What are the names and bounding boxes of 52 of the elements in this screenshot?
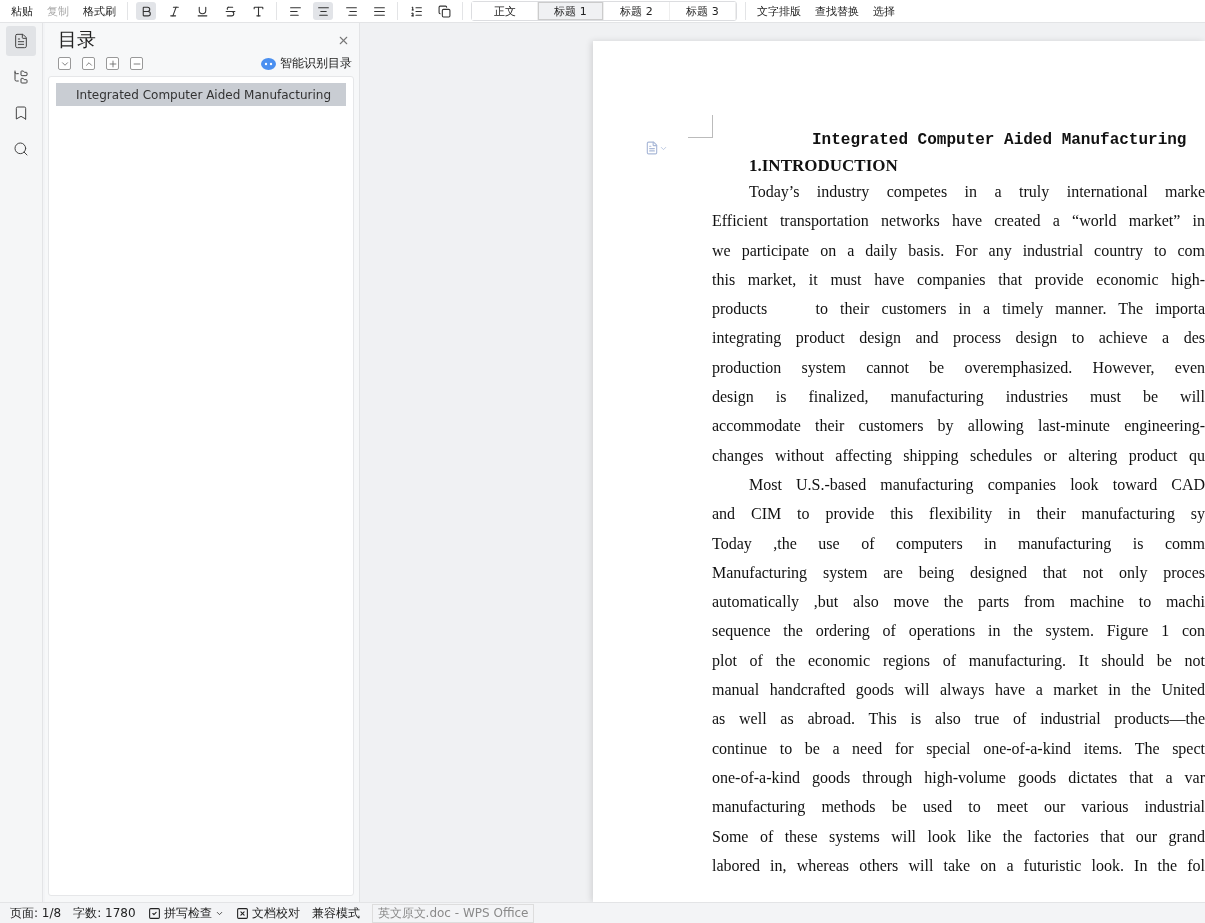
section-heading: 1.INTRODUCTION xyxy=(749,155,899,177)
text-line: one-of-a-kind goods through high-volume goods dictates that a var xyxy=(712,767,1205,789)
smart-toc-button[interactable]: 智能识别目录 xyxy=(261,55,352,72)
outline-icon[interactable] xyxy=(6,26,36,56)
text-line: design is finalized, manufacturing industries must be will xyxy=(712,387,1205,408)
plus-icon[interactable] xyxy=(106,57,119,70)
text-line: automatically ,but also move the parts from machine to machi xyxy=(712,592,1205,613)
text-line: changes without affecting shipping schedules or altering product qu xyxy=(712,445,1205,467)
document-title: Integrated Computer Aided Manufacturing xyxy=(812,131,1188,149)
text-line: sequence the ordering of operations in the system. Figure 1 con xyxy=(712,621,1205,642)
collapse-icon[interactable] xyxy=(58,57,71,70)
text-line: Most U.S.-based manufacturing companies look toward CAD xyxy=(748,474,1205,496)
word-count: 字数: 1780 xyxy=(73,904,136,922)
bold-icon[interactable] xyxy=(136,2,156,20)
expand-icon[interactable] xyxy=(82,57,95,70)
spell-check-button[interactable]: 拼写检查 xyxy=(147,904,224,922)
text-line: Today’s industry competes in a truly international marke xyxy=(748,182,1205,203)
smart-face-icon xyxy=(261,57,276,70)
text-line: Efficient transportation networks have created a “world market” in xyxy=(712,211,1205,232)
clipboard-button[interactable]: 粘贴 xyxy=(8,2,36,20)
checkbox-icon xyxy=(147,906,161,920)
text-line: manual handcrafted goods will always have a market in the United xyxy=(712,680,1205,701)
tool-button[interactable]: 文字排版 xyxy=(754,2,804,20)
tool-button[interactable]: 查找替换 xyxy=(812,2,862,20)
text-line: Some of these systems will look like the factories that our grand xyxy=(712,826,1205,848)
clipboard-button[interactable]: 格式刷 xyxy=(80,2,119,20)
panel-title: 目录 xyxy=(58,27,96,52)
compat-mode: 兼容模式 xyxy=(311,904,360,922)
text-line: products to their customers in a timely manner. The importa xyxy=(712,299,1205,320)
text-line: we participate on a daily basis. For any industrial country to com xyxy=(712,240,1205,262)
minus-icon[interactable] xyxy=(130,57,143,70)
align-center-icon[interactable] xyxy=(313,2,333,20)
toc-item[interactable]: Integrated Computer Aided Manufacturing xyxy=(56,83,346,106)
text-line: plot of the economic regions of manufacturing. It should be not xyxy=(712,650,1205,672)
text-line: manufacturing methods be used to meet our various industrial xyxy=(712,797,1205,818)
text-line: production system cannot be overemphasized. However, even xyxy=(712,357,1205,379)
text-line: accommodate their customers by allowing last-minute engineering- xyxy=(712,416,1205,437)
text-line: labored in, whereas others will take on a futuristic look. In the fol xyxy=(712,855,1205,876)
margin-corner-mark xyxy=(688,115,713,138)
text-line: continue to be a need for special one-of-a-kind items. The spect xyxy=(712,738,1205,760)
style-option[interactable]: 标题 1 xyxy=(538,2,604,20)
text-line: Today ,the use of computers in manufacturing is comm xyxy=(712,533,1205,555)
style-option[interactable]: 正文 xyxy=(472,2,538,20)
text-line: as well as abroad. This is also true of industrial products—the xyxy=(712,709,1205,730)
page-count: 页面: 1/8 xyxy=(10,904,62,922)
tool-button[interactable]: 选择 xyxy=(870,2,898,20)
text-line: this market, it must have companies that provide economic high- xyxy=(712,269,1205,291)
proofread-button[interactable]: 文档校对 xyxy=(235,904,300,922)
text-line: and CIM to provide this flexibility in their manufacturing sy xyxy=(712,504,1205,525)
x-box-icon xyxy=(235,906,249,920)
text-line: Manufacturing system are being designed that not only proces xyxy=(712,562,1205,584)
text-line: integrating product design and process design to achieve a des xyxy=(712,328,1205,349)
